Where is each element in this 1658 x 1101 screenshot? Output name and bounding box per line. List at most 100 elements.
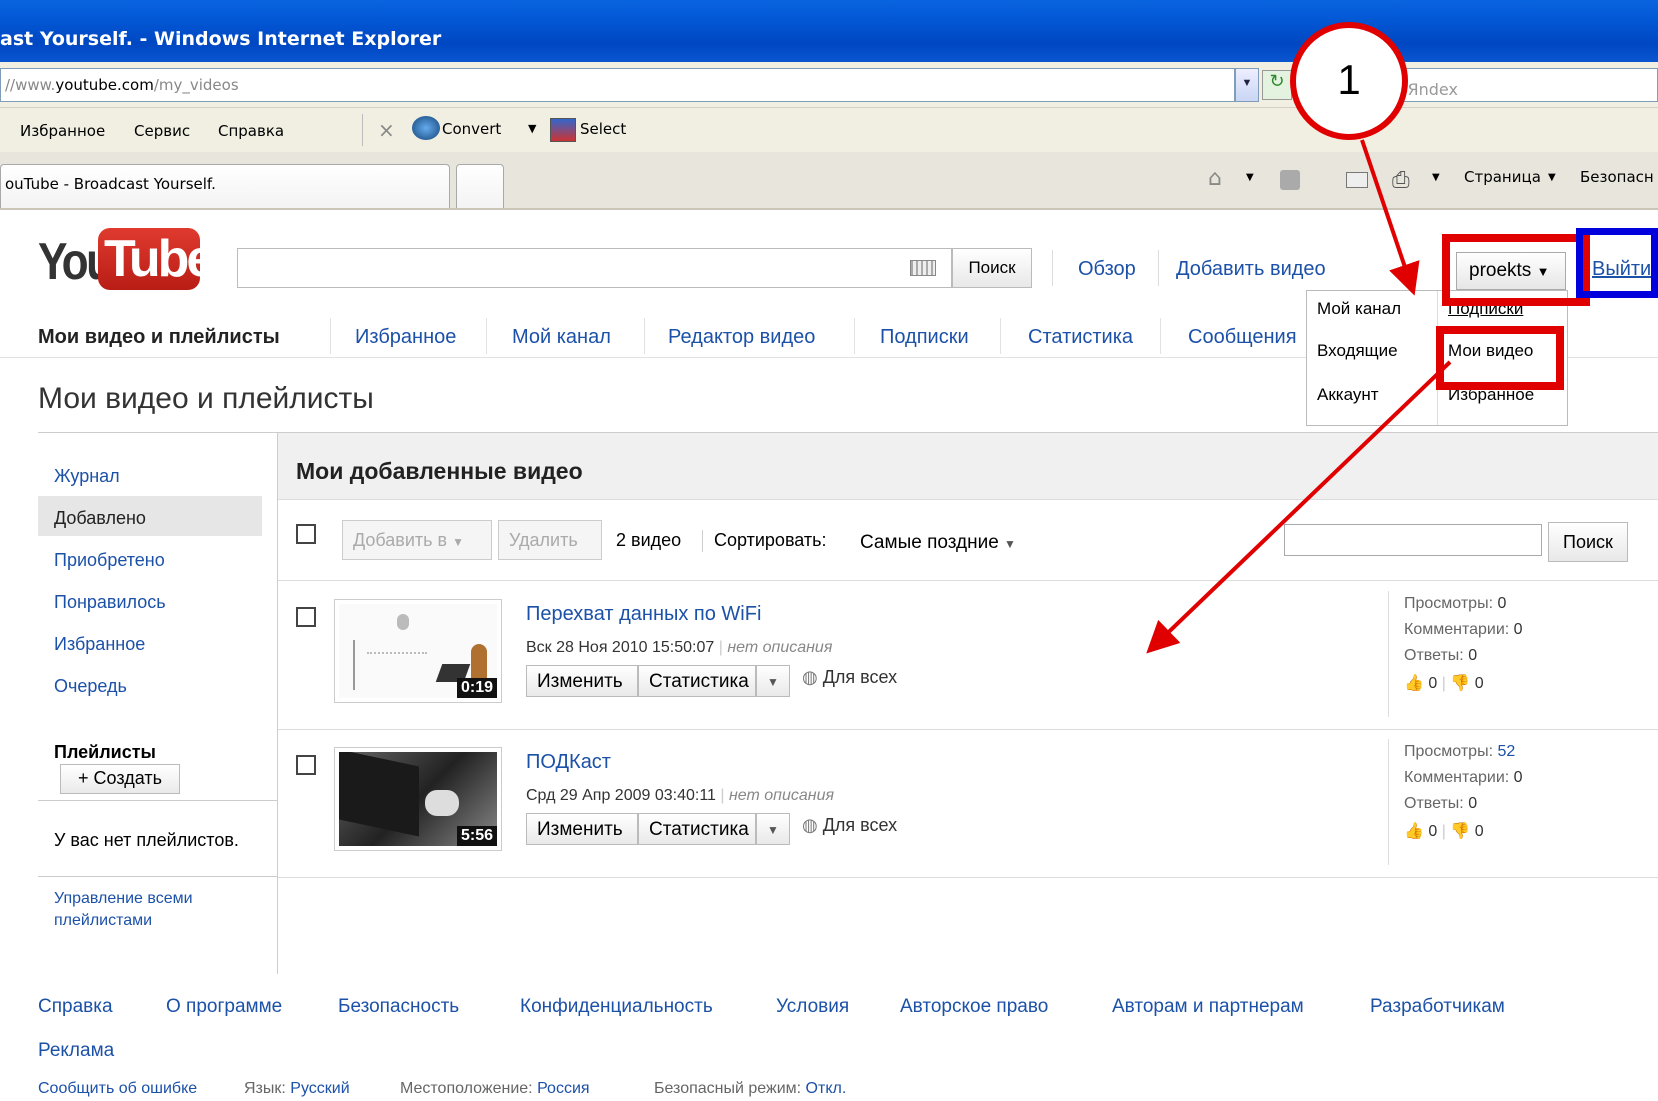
thumbs-down-icon: 👎: [1450, 675, 1471, 692]
print-dropdown-icon[interactable]: ▼: [1432, 172, 1440, 183]
safe-mode-link[interactable]: Откл.: [806, 1080, 847, 1097]
close-icon[interactable]: ×: [378, 118, 395, 142]
footer-privacy[interactable]: Конфиденциальность: [520, 996, 713, 1018]
nav-separator: [644, 318, 645, 354]
window-title: ast Yourself. - Windows Internet Explore…: [0, 28, 442, 50]
safety-menu[interactable]: Безопасн: [1580, 168, 1654, 186]
menu-inbox[interactable]: Входящие: [1307, 333, 1437, 369]
video-thumbnail[interactable]: 5:56: [334, 747, 502, 851]
video-stats-button[interactable]: Статистика: [638, 665, 756, 697]
url-domain: youtube.com: [55, 76, 154, 94]
search-provider-label: Яndex: [1407, 80, 1458, 99]
home-dropdown-icon[interactable]: ▼: [1246, 172, 1254, 183]
footer-ads[interactable]: Реклама: [38, 1040, 114, 1062]
convert-button[interactable]: Convert: [442, 120, 501, 138]
url-field[interactable]: //www.youtube.com/my_videos: [0, 68, 1235, 102]
footer-terms[interactable]: Условия: [776, 996, 849, 1018]
select-all-checkbox[interactable]: [296, 524, 316, 544]
nav-my-channel[interactable]: Мой канал: [512, 326, 611, 349]
new-tab-button[interactable]: [456, 164, 504, 208]
search-box[interactable]: Я Яndex: [1380, 68, 1658, 102]
nav-statistics[interactable]: Статистика: [1028, 326, 1133, 349]
video-stats-button[interactable]: Статистика: [638, 813, 756, 845]
menu-tools[interactable]: Сервис: [134, 122, 190, 140]
sidebar-item-history[interactable]: Журнал: [54, 466, 120, 487]
video-title-link[interactable]: Перехват данных по WiFi: [526, 603, 761, 626]
create-playlist-button[interactable]: + Создать: [60, 764, 180, 794]
browse-link[interactable]: Обзор: [1078, 258, 1136, 281]
location-link[interactable]: Россия: [537, 1080, 589, 1097]
address-dropdown-button[interactable]: ▼: [1235, 68, 1259, 102]
video-actions-dropdown[interactable]: ▼: [756, 813, 790, 845]
sidebar-item-uploaded[interactable]: Добавлено: [54, 508, 146, 529]
footer-safety[interactable]: Безопасность: [338, 996, 459, 1018]
feeds-icon[interactable]: [1280, 170, 1300, 190]
home-icon[interactable]: ⌂: [1208, 166, 1222, 191]
search-button[interactable]: Поиск: [952, 248, 1032, 288]
sidebar-item-queue[interactable]: Очередь: [54, 676, 127, 697]
footer-creators[interactable]: Авторам и партнерам: [1112, 996, 1304, 1018]
delete-button[interactable]: Удалить: [498, 520, 602, 560]
nav-separator: [1160, 318, 1161, 354]
youtube-logo-tube[interactable]: Tube: [98, 228, 215, 290]
footer-report-bug[interactable]: Сообщить об ошибке: [38, 1080, 197, 1098]
nav-my-videos[interactable]: Мои видео и плейлисты: [38, 326, 280, 349]
nav-subscriptions[interactable]: Подписки: [880, 326, 969, 349]
keyboard-icon[interactable]: [910, 260, 936, 276]
tab-youtube[interactable]: ouTube - Broadcast Yourself.: [0, 164, 450, 208]
sidebar-item-liked[interactable]: Понравилось: [54, 592, 166, 613]
thumbnail-image: 0:19: [339, 604, 497, 698]
sort-dropdown[interactable]: Самые поздние ▼: [860, 532, 1016, 554]
video-actions-dropdown[interactable]: ▼: [756, 665, 790, 697]
nav-video-editor[interactable]: Редактор видео: [668, 326, 815, 349]
edit-video-button[interactable]: Изменить: [526, 813, 638, 845]
search-input[interactable]: [237, 248, 952, 288]
views-count[interactable]: 52: [1497, 743, 1515, 760]
comments-count: 0: [1513, 621, 1523, 638]
video-checkbox[interactable]: [296, 755, 316, 775]
menu-my-channel[interactable]: Мой канал: [1307, 291, 1437, 327]
nav-messages[interactable]: Сообщения: [1188, 326, 1297, 349]
manage-playlists-link-line1[interactable]: Управление всеми: [54, 890, 193, 908]
edit-video-button[interactable]: Изменить: [526, 665, 638, 697]
thumbs-up-icon: 👍: [1404, 823, 1424, 840]
sidebar-item-favorites[interactable]: Избранное: [54, 634, 145, 655]
video-title-link[interactable]: ПОДКаст: [526, 751, 611, 774]
comments-label: Комментарии:: [1404, 769, 1510, 786]
chevron-down-icon: ▼: [1004, 537, 1016, 551]
page-menu[interactable]: Страница: [1464, 168, 1541, 186]
address-bar: //www.youtube.com/my_videos ▼ ↻ Я Яndex: [0, 62, 1658, 108]
upload-link[interactable]: Добавить видео: [1176, 258, 1326, 281]
menu-account[interactable]: Аккаунт: [1307, 377, 1437, 413]
footer-about[interactable]: О программе: [166, 996, 282, 1018]
menu-help[interactable]: Справка: [218, 122, 284, 140]
footer-developers[interactable]: Разработчикам: [1370, 996, 1505, 1018]
mail-icon[interactable]: [1346, 172, 1368, 188]
menu-favorites[interactable]: Избранное: [20, 122, 105, 140]
nav-separator: [486, 318, 487, 354]
select-button[interactable]: Select: [580, 120, 626, 138]
video-thumbnail[interactable]: 0:19: [334, 599, 502, 703]
views-label: Просмотры:: [1404, 743, 1494, 760]
replies-count: 0: [1468, 647, 1478, 664]
add-to-button[interactable]: Добавить в ▼: [342, 520, 492, 560]
uploads-search-button[interactable]: Поиск: [1548, 522, 1628, 562]
print-icon[interactable]: ⎙: [1392, 168, 1410, 193]
select-icon: [550, 118, 576, 142]
sidebar-item-purchased[interactable]: Приобретено: [54, 550, 165, 571]
video-row: 0:19 Перехват данных по WiFi Вск 28 Ноя …: [278, 581, 1658, 729]
views-count: 0: [1497, 595, 1507, 612]
rating-stat: 👍 0 | 👎 0: [1404, 675, 1484, 692]
nav-favorites[interactable]: Избранное: [355, 326, 456, 349]
refresh-icon[interactable]: ↻: [1262, 70, 1292, 100]
menu-separator: [362, 114, 363, 146]
views-stat: Просмотры: 52: [1404, 743, 1515, 761]
uploads-search-input[interactable]: [1284, 524, 1542, 556]
footer-copyright[interactable]: Авторское право: [900, 996, 1048, 1018]
manage-playlists-link-line2[interactable]: плейлистами: [54, 912, 152, 930]
convert-dropdown-icon[interactable]: ▼: [528, 122, 536, 135]
video-checkbox[interactable]: [296, 607, 316, 627]
language-link[interactable]: Русский: [290, 1080, 349, 1097]
page-menu-dropdown-icon[interactable]: ▼: [1548, 172, 1556, 183]
footer-help[interactable]: Справка: [38, 996, 113, 1018]
